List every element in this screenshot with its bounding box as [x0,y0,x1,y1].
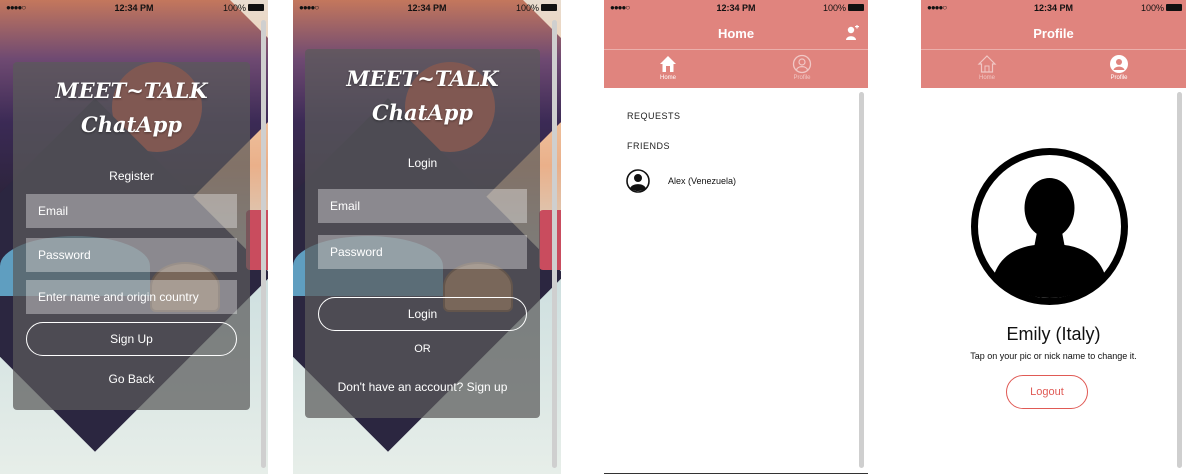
email-field[interactable] [26,194,237,228]
register-screen: ●●●●○ 12:34 PM 100% MEET~TALK ChatApp Re… [0,0,268,474]
scrollbar[interactable] [261,20,266,468]
battery-icon [541,4,557,11]
tab-home-label: Home [659,75,676,81]
tab-profile-label: Profile [793,75,811,81]
password-field[interactable] [318,235,527,269]
scrollbar[interactable] [1177,92,1182,468]
sign-up-link[interactable]: Don't have an account? Sign up [305,380,540,394]
battery-icon [1166,4,1182,11]
app-title-line1: MEET~TALK [55,78,208,103]
app-title-line2: ChatApp [372,100,473,125]
scrollbar[interactable] [552,20,557,468]
profile-icon [1110,55,1128,73]
login-heading: Login [407,156,438,170]
name-country-field[interactable] [26,280,237,314]
page-title: Home [717,26,755,41]
home-screen: ●●●●○ 12:34 PM 100% Home Home Profile RE… [604,0,868,474]
app-title-line2: ChatApp [81,112,182,137]
home-icon [660,56,676,72]
battery-percent: 100% [822,3,846,13]
status-bar: ●●●●○ 12:34 PM 100% [921,0,1186,18]
requests-header: REQUESTS [627,111,681,121]
app-title-line1: MEET~TALK [346,66,499,91]
scrollbar[interactable] [859,92,864,468]
battery-percent: 100% [1140,3,1164,13]
profile-avatar[interactable] [971,148,1128,305]
tab-profile-label: Profile [1110,75,1128,81]
battery-icon [248,4,264,11]
navigation-bar: Home Home Profile [604,18,868,88]
login-button[interactable]: Login [318,297,527,331]
profile-hint: Tap on your pic or nick name to change i… [970,351,1137,361]
friends-header: FRIENDS [627,141,671,151]
status-bar: ●●●●○ 12:34 PM 100% [0,0,268,18]
page-title: Profile [1033,26,1074,41]
profile-icon [792,54,812,74]
friend-list-item[interactable]: Alex (Venezuela) [626,169,846,195]
register-heading: Register [109,169,154,183]
tab-home-label: Home [978,75,995,81]
login-panel: MEET~TALK ChatApp Login Login OR Don't h… [305,49,540,418]
tab-home[interactable]: Home [608,54,728,81]
password-field[interactable] [26,238,237,272]
avatar-icon [626,169,650,193]
profile-name[interactable]: Emily (Italy) [921,324,1186,345]
sign-up-button[interactable]: Sign Up [26,322,237,356]
logout-button[interactable]: Logout [1006,375,1088,409]
navigation-bar: Profile Home Profile [921,18,1186,88]
add-friend-icon[interactable] [844,25,860,41]
tab-profile[interactable]: Profile [742,54,862,81]
battery-percent: 100% [515,3,539,13]
status-bar: ●●●●○ 12:34 PM 100% [293,0,561,18]
profile-screen: ●●●●○ 12:34 PM 100% Profile Home Profile… [921,0,1186,474]
battery-icon [848,4,864,11]
email-field[interactable] [318,189,527,223]
login-screen: ●●●●○ 12:34 PM 100% MEET~TALK ChatApp Lo… [293,0,561,474]
tab-profile[interactable]: Profile [1059,54,1179,81]
friend-name: Alex (Venezuela) [668,176,737,186]
status-bar: ●●●●○ 12:34 PM 100% [604,0,868,18]
go-back-link[interactable]: Go Back [13,372,250,386]
tab-home[interactable]: Home [927,54,1047,81]
register-panel: MEET~TALK ChatApp Register Sign Up Go Ba… [13,62,250,410]
home-icon [977,55,997,73]
or-separator: OR [414,343,431,355]
battery-percent: 100% [222,3,246,13]
